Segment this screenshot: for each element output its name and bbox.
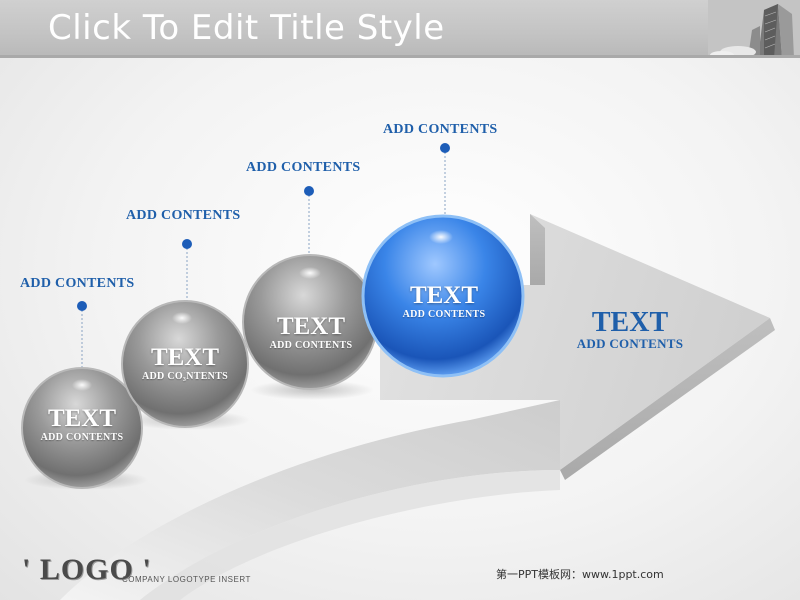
arrow-subtitle: ADD CONTENTS — [576, 336, 684, 351]
connector-dot — [77, 301, 87, 311]
ball-4-text[interactable]: TEXT ADD CONTENTS — [364, 283, 524, 321]
step-4-label[interactable]: ADD CONTENTS — [383, 122, 497, 138]
ball-1-text[interactable]: TEXT ADD CONTENTS — [22, 406, 142, 444]
ball-1-subtitle: ADD CONTENTS — [40, 432, 124, 443]
connector-dot — [304, 186, 314, 196]
ball-3-subtitle: ADD CONTENTS — [269, 340, 353, 351]
arrow-title: TEXT — [591, 307, 669, 338]
ball-4-title: TEXT — [409, 282, 479, 309]
website-credit: 第一PPT模板网：www.1ppt.com — [496, 568, 664, 581]
ball-3-text[interactable]: TEXT ADD CONTENTS — [244, 314, 378, 352]
ball-2-title: TEXT — [150, 344, 220, 371]
logotype-text: COMPANY LOGOTYPE INSERT — [122, 575, 251, 584]
arrow-text[interactable]: TEXT ADD CONTENTS — [560, 309, 700, 351]
ball-3-title: TEXT — [276, 313, 346, 340]
connector-dot — [182, 239, 192, 249]
ball-4-subtitle: ADD CONTENTS — [402, 309, 486, 320]
connector-dot — [440, 143, 450, 153]
ball-2-text[interactable]: TEXT ADD CO₃NTENTS — [122, 345, 248, 383]
step-3-label[interactable]: ADD CONTENTS — [246, 160, 360, 176]
step-2-label[interactable]: ADD CONTENTS — [126, 208, 240, 224]
ball-1-title: TEXT — [47, 405, 117, 432]
ball-2-subtitle: ADD CO₃NTENTS — [141, 371, 229, 382]
step-1-label[interactable]: ADD CONTENTS — [20, 276, 134, 292]
